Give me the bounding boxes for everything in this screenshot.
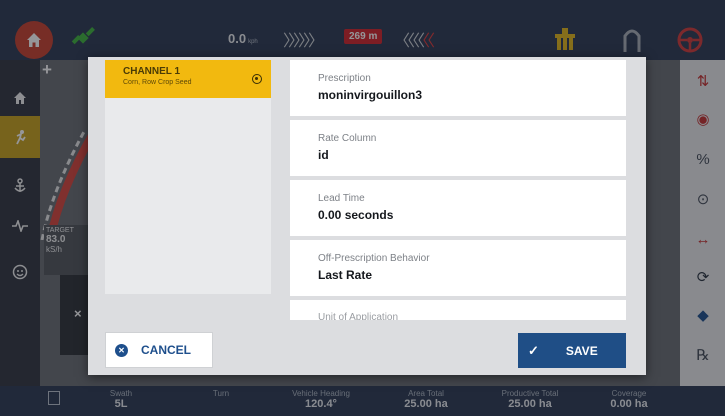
field-label: Off-Prescription Behavior <box>318 253 430 264</box>
field-label: Unit of Application <box>318 312 399 320</box>
field-label: Prescription <box>318 73 371 84</box>
channel-list: CHANNEL 1 Corn, Row Crop Seed <box>105 60 271 294</box>
cancel-button[interactable]: ✕ CANCEL <box>105 332 213 368</box>
save-button[interactable]: ✓ SAVE <box>518 333 626 368</box>
checkmark-icon: ✓ <box>528 342 539 358</box>
field-value: 0.00 seconds <box>318 208 394 222</box>
field-label: Lead Time <box>318 193 365 204</box>
field-value: id <box>318 148 329 162</box>
prescription-settings-dialog: CHANNEL 1 Corn, Row Crop Seed Prescripti… <box>88 57 646 375</box>
settings-field-list: Prescription moninvirgouillon3 Rate Colu… <box>290 60 626 320</box>
cancel-label: CANCEL <box>141 343 191 357</box>
channel-title: CHANNEL 1 <box>123 66 181 77</box>
field-value: moninvirgouillon3 <box>318 88 422 102</box>
lead-time-field[interactable]: Lead Time 0.00 seconds <box>290 180 626 236</box>
save-label: SAVE <box>565 343 598 358</box>
off-prescription-behavior-field[interactable]: Off-Prescription Behavior Last Rate <box>290 240 626 296</box>
radio-selected-icon[interactable] <box>252 74 262 84</box>
channel-subtitle: Corn, Row Crop Seed <box>123 79 192 86</box>
prescription-field[interactable]: Prescription moninvirgouillon3 <box>290 60 626 116</box>
close-circle-icon: ✕ <box>115 343 128 357</box>
rate-column-field[interactable]: Rate Column id <box>290 120 626 176</box>
app-screen: 0.0 kph 〉〉〉〉〉〉 269 m 〈〈〈〈〈〈 + TARGET 83.… <box>0 0 725 416</box>
unit-of-application-field[interactable]: Unit of Application <box>290 300 626 320</box>
field-label: Rate Column <box>318 133 377 144</box>
field-value: Last Rate <box>318 268 373 282</box>
channel-list-item[interactable]: CHANNEL 1 Corn, Row Crop Seed <box>105 60 271 98</box>
